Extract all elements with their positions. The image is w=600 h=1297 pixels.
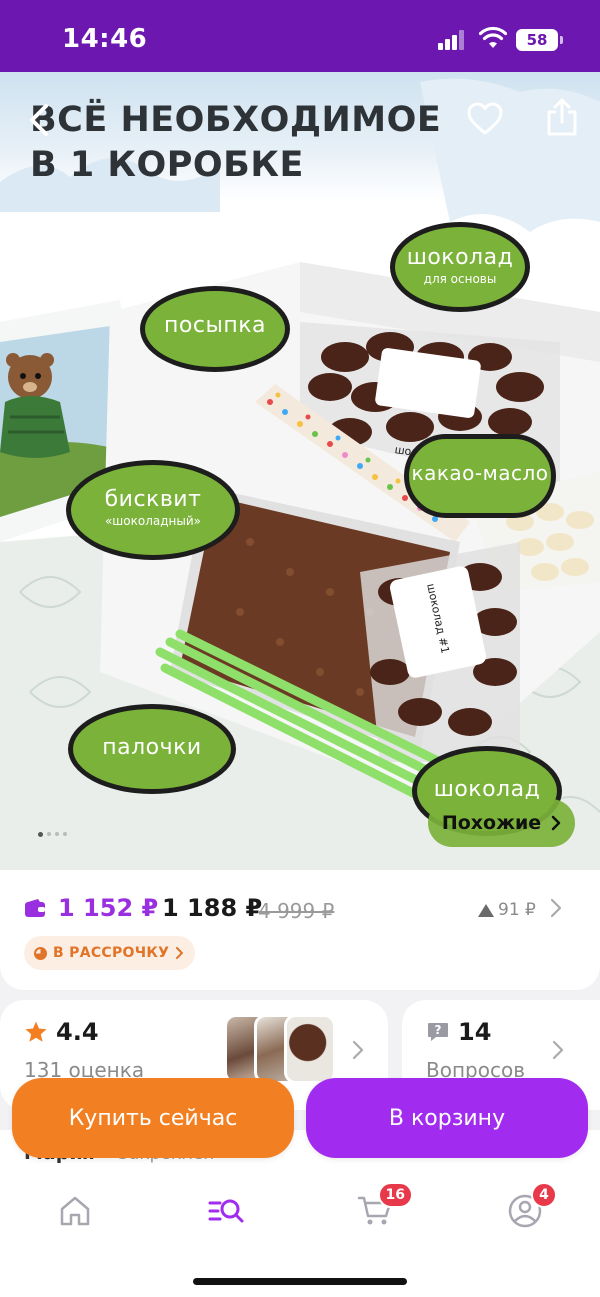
card-price: 1 152 ₽ xyxy=(58,894,159,922)
installment-label: В РАССРОЧКУ xyxy=(53,945,170,961)
question-bubble-icon: ? xyxy=(428,1023,448,1041)
profile-badge: 4 xyxy=(531,1182,557,1208)
star-icon xyxy=(25,1021,47,1042)
product-page: 14:46 58 ВСЁ НЕОБХОДИМОЕ В 1 КОРОБКЕ шок… xyxy=(0,0,600,1297)
product-image-gallery[interactable]: ВСЁ НЕОБХОДИМОЕ В 1 КОРОБКЕ шоколад #2 ш… xyxy=(0,72,600,872)
cart-badge: 16 xyxy=(377,1182,413,1208)
add-to-cart-button[interactable]: В корзину xyxy=(306,1078,588,1158)
label-chocolate-base: шоколад для основы xyxy=(390,222,530,312)
similar-products-label: Похожие xyxy=(441,812,542,834)
wifi-icon xyxy=(479,26,507,48)
points-triangle-icon xyxy=(478,903,494,917)
price-card: 1 152 ₽ 1 188 ₽ 4 999 ₽ 91 ₽ В РАССРОЧКУ xyxy=(0,870,600,990)
back-icon[interactable] xyxy=(22,98,56,142)
hero-title: ВСЁ НЕОБХОДИМОЕ В 1 КОРОБКЕ xyxy=(30,98,500,188)
chevron-right-icon xyxy=(176,947,184,959)
status-bar: 14:46 58 xyxy=(0,0,600,72)
label-cocoa-butter: какао-масло xyxy=(404,434,556,518)
bonus-points-value: 91 ₽ xyxy=(498,900,536,920)
status-time: 14:46 xyxy=(62,24,148,54)
chevron-right-icon xyxy=(352,1040,364,1060)
installment-icon xyxy=(34,946,47,960)
wallet-icon xyxy=(25,899,45,917)
installment-button[interactable]: В РАССРОЧКУ xyxy=(24,936,196,970)
tab-cart[interactable]: 16 xyxy=(343,1182,413,1236)
buy-now-button[interactable]: Купить сейчас xyxy=(12,1078,294,1158)
label-biscuit: бисквит «шоколадный» xyxy=(66,460,240,560)
tab-home[interactable] xyxy=(43,1186,107,1236)
review-photo[interactable] xyxy=(284,1014,336,1084)
hero-title-line1: ВСЁ НЕОБХОДИМОЕ xyxy=(30,100,442,140)
review-photos[interactable] xyxy=(224,1014,344,1084)
tab-catalog[interactable] xyxy=(194,1186,258,1236)
rating-value: 4.4 xyxy=(56,1018,99,1046)
favorite-heart-icon[interactable] xyxy=(466,100,504,138)
home-indicator xyxy=(193,1278,407,1285)
share-icon[interactable] xyxy=(544,96,580,138)
label-sticks: палочки xyxy=(68,704,236,794)
search-catalog-icon xyxy=(208,1199,244,1223)
label-sprinkles: посыпка xyxy=(140,286,290,372)
bonus-points[interactable]: 91 ₽ xyxy=(478,900,536,920)
cellular-signal-icon xyxy=(438,30,466,50)
questions-count: 14 xyxy=(458,1018,492,1046)
old-price: 4 999 ₽ xyxy=(258,899,335,923)
chevron-right-icon[interactable] xyxy=(550,898,562,918)
tab-profile[interactable]: 4 xyxy=(493,1182,557,1236)
hero-title-line2: В 1 КОРОБКЕ xyxy=(30,145,304,185)
gallery-pagination xyxy=(38,832,67,837)
similar-products-button[interactable]: Похожие xyxy=(428,799,575,847)
bottom-tab-bar: 16 4 xyxy=(0,1170,600,1297)
regular-price: 1 188 ₽ xyxy=(162,894,263,922)
chevron-right-icon xyxy=(551,815,561,831)
svg-text:?: ? xyxy=(435,1023,442,1037)
chevron-right-icon xyxy=(552,1040,564,1060)
home-icon xyxy=(60,1196,90,1226)
battery-icon: 58 xyxy=(516,29,563,51)
